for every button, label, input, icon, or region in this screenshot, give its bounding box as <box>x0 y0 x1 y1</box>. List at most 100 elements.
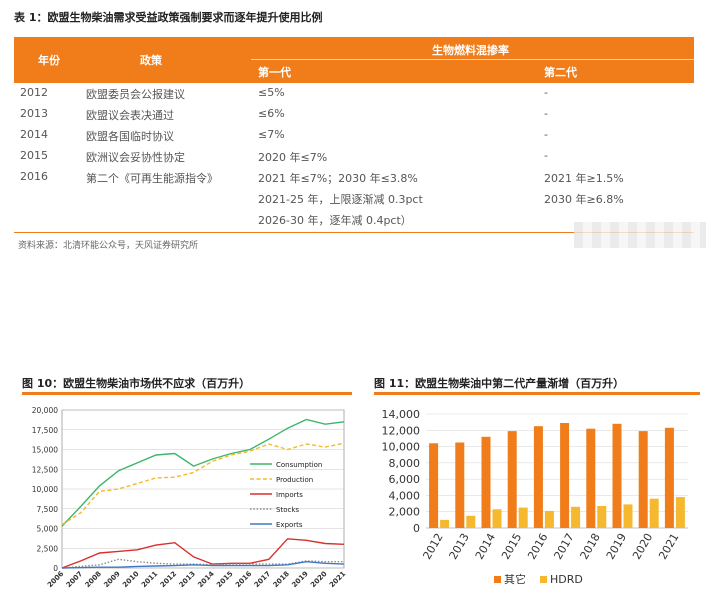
cell-year: 2012 <box>20 86 48 99</box>
y-tick-label: 6,000 <box>389 473 421 486</box>
cell-gen2: - <box>544 107 548 120</box>
cell-gen1: 2021 年≤7%；2030 年≤3.8% <box>258 172 418 185</box>
y-tick-label: 17,500 <box>32 426 58 435</box>
y-tick-label: 0 <box>413 522 420 535</box>
legend-label: 其它 <box>504 572 526 586</box>
cell-gen2: - <box>544 128 548 141</box>
y-tick-label: 10,000 <box>32 485 58 494</box>
header-gen1: 第一代 <box>258 66 291 79</box>
bar-hdrd <box>571 506 581 528</box>
legend-label: Consumption <box>276 461 322 469</box>
table-row: 2012 欧盟委员会公报建议 ≤5% - <box>14 83 694 104</box>
x-tick-label: 2012 <box>159 570 179 590</box>
y-tick-label: 12,000 <box>382 424 421 437</box>
figure11-rule <box>374 392 700 395</box>
bar-chart: 0 2,000 4,000 6,000 8,000 10,000 12,000 14,000 2… <box>382 408 688 586</box>
y-tick-label: 2,500 <box>37 544 59 553</box>
series-line-consumption <box>61 418 345 527</box>
line-chart: 02,5005,0007,50010,00012,50015,00017,500… <box>32 406 348 590</box>
x-tick-label: 2021 <box>656 531 681 562</box>
legend-swatch <box>540 576 547 583</box>
bar-hdrd <box>518 507 528 528</box>
bar-hdrd <box>623 504 633 528</box>
bar-other <box>481 436 491 528</box>
bar-other <box>429 443 439 528</box>
x-tick-label: 2016 <box>525 531 550 562</box>
legend-label: Production <box>276 476 313 484</box>
cell-gen2: 2021 年≥1.5% <box>544 172 624 185</box>
cell-gen1: 2020 年≤7% <box>258 151 328 164</box>
table-row: 2016 第二个《可再生能源指令》 2021 年≤7%；2030 年≤3.8% … <box>14 167 694 188</box>
x-tick-label: 2013 <box>178 570 198 590</box>
legend-swatch <box>494 576 501 583</box>
bar-other <box>612 423 622 528</box>
table-row: 2015 欧洲议会妥协性协定 2020 年≤7% - <box>14 146 694 167</box>
x-tick-label: 2006 <box>46 570 66 590</box>
x-tick-label: 2008 <box>84 570 104 590</box>
figure10-title: 图 10：欧盟生物柴油市场供不应求（百万升） <box>22 377 251 390</box>
x-tick-label: 2007 <box>65 570 85 590</box>
bar-other <box>455 442 465 528</box>
cell-gen2: - <box>544 149 548 162</box>
x-tick-label: 2016 <box>234 570 254 590</box>
x-tick-label: 2020 <box>309 570 329 590</box>
cell-gen1: 2021-25 年，上限逐渐减 0.3pct <box>258 193 423 206</box>
cell-policy: 欧盟委员会公报建议 <box>86 88 185 101</box>
legend-label: Exports <box>276 521 303 529</box>
x-tick-label: 2020 <box>630 531 655 562</box>
x-tick-label: 2021 <box>328 570 348 590</box>
bar-other <box>507 431 517 528</box>
bar-other <box>533 426 543 528</box>
cell-gen2: 2030 年≥6.8% <box>544 193 624 206</box>
x-tick-label: 2017 <box>551 531 576 562</box>
y-tick-label: 5,000 <box>37 525 59 534</box>
header-year: 年份 <box>38 54 60 67</box>
cell-year: 2013 <box>20 107 48 120</box>
series-line-exports <box>61 560 345 569</box>
x-tick-label: 2009 <box>102 570 122 590</box>
x-tick-label: 2018 <box>578 531 603 562</box>
cell-year: 2016 <box>20 170 48 183</box>
table-row: 2013 欧盟议会表决通过 ≤6% - <box>14 104 694 125</box>
bar-hdrd <box>649 498 659 528</box>
x-tick-label: 2014 <box>196 570 216 590</box>
x-tick-label: 2011 <box>140 570 160 590</box>
cell-gen1: ≤6% <box>258 107 285 120</box>
legend-label: Imports <box>276 491 303 499</box>
y-tick-label: 7,500 <box>37 505 59 514</box>
cell-gen1: ≤5% <box>258 86 285 99</box>
cell-gen1: ≤7% <box>258 128 285 141</box>
table-row: 2021-25 年，上限逐渐减 0.3pct 2030 年≥6.8% <box>14 188 694 209</box>
bar-other <box>638 431 648 528</box>
cell-gen1: 2026-30 年，逐年减 0.4pct） <box>258 214 412 227</box>
bar-hdrd <box>675 497 685 528</box>
x-tick-label: 2019 <box>604 531 629 562</box>
series-line-imports <box>61 538 345 569</box>
y-tick-label: 20,000 <box>32 406 58 415</box>
x-tick-label: 2019 <box>290 570 310 590</box>
figure10-rule <box>22 392 352 395</box>
bar-other <box>586 428 596 528</box>
header-blend-rate: 生物燃料混掺率 <box>432 44 509 57</box>
x-tick-label: 2015 <box>499 531 524 562</box>
x-tick-label: 2014 <box>473 531 498 562</box>
cell-policy: 欧盟各国临时协议 <box>86 130 174 143</box>
y-tick-label: 4,000 <box>389 489 421 502</box>
source-note: 资料来源：北清环能公众号，天风证券研究所 <box>18 241 199 251</box>
x-tick-label: 2012 <box>420 531 445 562</box>
table-row: 2014 欧盟各国临时协议 ≤7% - <box>14 125 694 146</box>
header-gen2: 第二代 <box>544 66 577 79</box>
x-tick-label: 2010 <box>121 570 141 590</box>
cell-year: 2014 <box>20 128 48 141</box>
table-title: 表 1：欧盟生物柴油需求受益政策强制要求而逐年提升使用比例 <box>14 11 323 24</box>
x-tick-label: 2018 <box>272 570 292 590</box>
figure11-title: 图 11：欧盟生物柴油中第二代产量渐增（百万升） <box>374 377 625 390</box>
bar-other <box>560 423 570 528</box>
cell-gen2: - <box>544 86 548 99</box>
y-tick-label: 10,000 <box>382 441 421 454</box>
x-tick-label: 2017 <box>253 570 273 590</box>
bar-hdrd <box>597 506 607 528</box>
y-tick-label: 8,000 <box>389 457 421 470</box>
y-tick-label: 14,000 <box>382 408 421 421</box>
header-divider <box>251 59 694 60</box>
